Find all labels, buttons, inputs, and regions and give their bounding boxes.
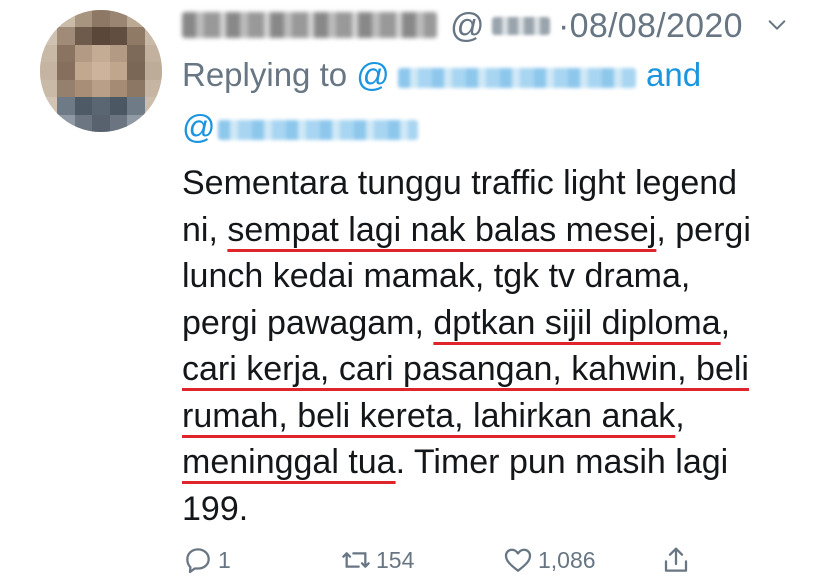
reply-button[interactable]: 1 (182, 540, 231, 580)
like-button[interactable]: 1,086 (502, 540, 596, 580)
reply-icon (186, 548, 210, 574)
replying-to: Replying to @ (182, 56, 390, 94)
tweet-line: 199. (182, 486, 822, 533)
avatar-pixel (127, 27, 146, 46)
avatar-pixel (57, 114, 76, 132)
tweet-line: Sementara tunggu traffic light legend (182, 160, 822, 207)
tweet-header: @ ·08/08/2020 (182, 0, 822, 52)
avatar-pixel (109, 44, 128, 63)
text-segment: , pergi (656, 210, 751, 249)
avatar-pixel (109, 79, 128, 98)
mention-blurred-2[interactable] (218, 120, 418, 140)
mention-at-2[interactable]: @ (182, 108, 216, 146)
avatar-pixel (74, 62, 93, 81)
avatar-pixel (40, 27, 58, 46)
author-name-blurred[interactable] (182, 12, 437, 38)
avatar-pixel (74, 97, 93, 116)
avatar-pixel (74, 10, 93, 28)
text-segment: 199. (182, 489, 249, 528)
avatar-pixel (127, 79, 146, 98)
avatar-pixel (40, 44, 58, 63)
chevron-down-icon[interactable] (766, 14, 788, 36)
tweet: @ ·08/08/2020 Replying to @ and @ Sement… (0, 0, 828, 582)
text-segment: Sementara tunggu traffic light legend (182, 164, 738, 202)
avatar-pixel (40, 114, 58, 132)
avatar-pixel (144, 79, 162, 98)
avatar-pixel (57, 27, 76, 46)
avatar-pixel (144, 114, 162, 132)
avatar-pixel (92, 62, 111, 81)
retweet-icon (342, 552, 370, 568)
avatar-pixel (92, 97, 111, 116)
avatar-pixel (74, 114, 93, 132)
underlined-segment: sempat lagi nak balas mesej (227, 210, 657, 249)
retweet-button[interactable]: 154 (340, 540, 414, 580)
avatar-pixel (92, 114, 111, 132)
avatar-pixel (144, 97, 162, 116)
avatar-pixel (109, 114, 128, 132)
avatar-pixel (57, 10, 76, 28)
underlined-segment: dptkan sijil diploma (433, 303, 721, 342)
author-handle-blurred[interactable] (492, 17, 550, 35)
avatar-pixel (92, 27, 111, 46)
avatar-pixel (74, 79, 93, 98)
avatar-pixel (127, 10, 146, 28)
avatar-pixel (40, 79, 58, 98)
tweet-line: meninggal tua. Timer pun masih lagi (182, 439, 822, 486)
avatar-pixel (109, 27, 128, 46)
text-segment: , (720, 303, 731, 342)
avatar-pixel (127, 62, 146, 81)
avatar-pixel (109, 97, 128, 116)
avatar-pixel (144, 62, 162, 81)
avatar-pixel (109, 62, 128, 81)
tweet-date[interactable]: ·08/08/2020 (558, 7, 743, 46)
avatar-pixel (109, 10, 128, 28)
replying-to-label: Replying to (182, 56, 357, 93)
text-segment: pergi pawagam, (182, 303, 434, 342)
replying-and: and (646, 56, 702, 93)
mention-at-1[interactable]: @ (356, 56, 390, 93)
share-icon (664, 547, 688, 572)
avatar-pixel (127, 44, 146, 63)
avatar[interactable] (40, 10, 162, 132)
share-button[interactable] (660, 540, 696, 580)
author-handle-prefix: @ (450, 7, 485, 45)
avatar-pixel (127, 97, 146, 116)
tweet-line: rumah, beli kereta, lahirkan anak, (182, 393, 822, 440)
avatar-pixel (144, 44, 162, 63)
text-segment: ni, (182, 210, 228, 249)
like-count: 1,086 (538, 546, 596, 573)
underlined-segment: meninggal tua (182, 443, 396, 481)
avatar-pixel (74, 27, 93, 46)
avatar-pixel (127, 114, 146, 132)
avatar-pixel (74, 44, 93, 63)
avatar-pixel (92, 44, 111, 63)
avatar-pixel (40, 10, 58, 28)
avatar-pixel (144, 27, 162, 46)
avatar-pixel (40, 97, 58, 116)
retweet-count: 154 (376, 546, 415, 573)
mention-blurred-1[interactable] (398, 68, 636, 88)
avatar-pixel (57, 97, 76, 116)
avatar-pixel (92, 10, 111, 28)
tweet-line: cari kerja, cari pasangan, kahwin, beli (182, 346, 822, 393)
underlined-segment: rumah, beli kereta, lahirkan anak (182, 396, 676, 435)
text-segment: lunch kedai mamak, tgk tv drama, (182, 257, 691, 295)
tweet-line: pergi pawagam, dptkan sijil diploma, (182, 300, 822, 347)
tweet-text: Sementara tunggu traffic light legend ni… (182, 160, 822, 532)
avatar-pixel (40, 62, 58, 81)
text-segment: . Timer pun masih lagi (395, 443, 729, 481)
tweet-line: lunch kedai mamak, tgk tv drama, (182, 253, 822, 300)
text-segment: , (675, 396, 685, 435)
tweet-actions: 1 154 1,086 (182, 540, 822, 580)
avatar-pixel (57, 44, 76, 63)
avatar-pixel (57, 79, 76, 98)
avatar-pixel (144, 10, 162, 28)
reply-count: 1 (218, 546, 231, 573)
avatar-pixel (92, 79, 111, 98)
underlined-segment: cari kerja, cari pasangan, kahwin, beli (182, 350, 749, 388)
tweet-line: ni, sempat lagi nak balas mesej, pergi (182, 207, 822, 254)
avatar-pixel (57, 62, 76, 81)
heart-icon (504, 548, 532, 572)
